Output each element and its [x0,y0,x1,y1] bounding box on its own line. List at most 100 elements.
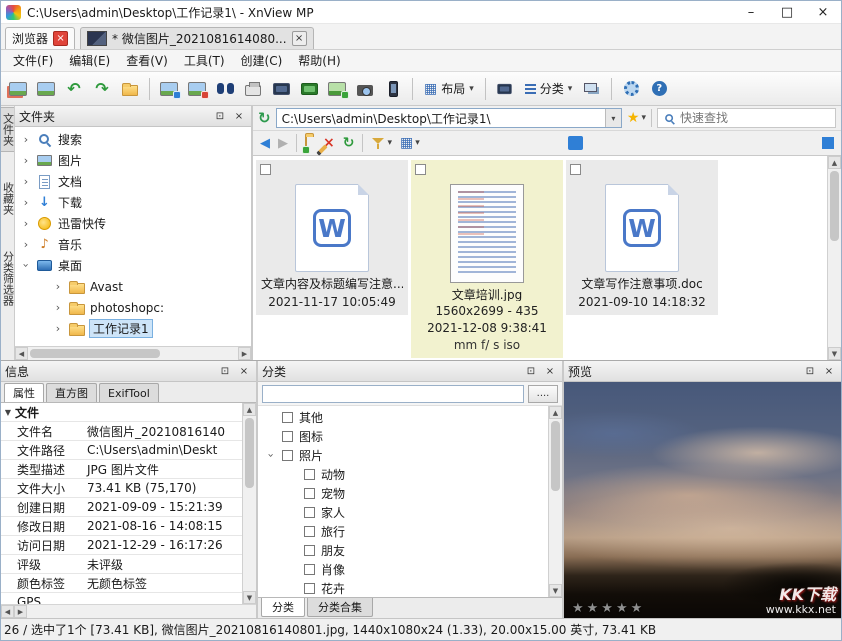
checkbox[interactable] [282,431,293,442]
category-item[interactable]: 其他 [258,408,548,427]
expander-icon[interactable]: › [21,154,31,167]
category-item[interactable]: 花卉 [258,579,548,597]
checkbox[interactable] [304,583,315,594]
folder-item-pictures[interactable]: › 图片 [15,150,251,171]
export-button[interactable] [184,76,210,102]
expander-icon[interactable]: › [21,175,31,188]
file-checkbox[interactable] [415,164,426,175]
expander-icon[interactable]: › [265,451,278,461]
browser-vertical-scrollbar[interactable]: ▲ ▼ [827,156,841,360]
checkbox[interactable] [282,450,293,461]
file-checkbox[interactable] [260,164,271,175]
checkbox[interactable] [304,526,315,537]
sort-dropdown[interactable]: 分类 ▾ [520,76,578,102]
screen-capture-button[interactable] [296,76,322,102]
file-item[interactable]: W 文章内容及标题编写注意... 2021-11-17 10:05:49 [256,160,408,315]
folder-item-search[interactable]: › 搜索 [15,129,251,150]
expander-icon[interactable]: › [21,133,31,146]
folder-item-downloads[interactable]: › ↓ 下载 [15,192,251,213]
path-combobox[interactable]: C:\Users\admin\Desktop\工作记录1\ ▾ [276,108,622,128]
tab-category[interactable]: 分类 [261,598,305,617]
redo-button[interactable]: ↷ [89,76,115,102]
category-item[interactable]: 旅行 [258,522,548,541]
scrollbar-track[interactable] [549,419,562,584]
scroll-left-icon[interactable]: ◀ [1,605,14,618]
category-vertical-scrollbar[interactable]: ▲ ▼ [548,406,562,597]
category-item[interactable]: 朋友 [258,541,548,560]
close-button[interactable]: × [805,1,841,23]
checkbox[interactable] [304,564,315,575]
tab-category-sets[interactable]: 分类合集 [307,598,373,617]
print-button[interactable] [240,76,266,102]
folder-item-work-record[interactable]: › 工作记录1 [15,318,251,339]
info-vertical-scrollbar[interactable]: ▲ ▼ [242,403,256,604]
browser-mode-button[interactable] [5,76,31,102]
folder-item-photoshop[interactable]: › photoshopc: [15,297,251,318]
panel-toggle-icon[interactable] [822,137,834,149]
folder-horizontal-scrollbar[interactable]: ◀ ▶ [15,346,251,360]
scroll-down-icon[interactable]: ▼ [243,591,256,604]
checkbox[interactable] [304,545,315,556]
menu-help[interactable]: 帮助(H) [290,50,348,71]
scroll-right-icon[interactable]: ▶ [238,347,251,360]
expander-icon[interactable]: › [53,301,63,314]
scroll-up-icon[interactable]: ▲ [549,406,562,419]
checkbox[interactable] [282,412,293,423]
expander-icon[interactable]: › [21,196,31,209]
forward-button[interactable]: ▶ [278,136,288,151]
menu-view[interactable]: 查看(V) [118,50,176,71]
expander-icon[interactable]: › [53,280,63,293]
folder-item-desktop[interactable]: › 桌面 [15,255,251,276]
expander-icon[interactable]: › [21,238,31,251]
favorites-button[interactable]: ★ ▾ [627,110,646,126]
checkbox[interactable] [304,507,315,518]
checkbox[interactable] [304,488,315,499]
category-item[interactable]: 肖像 [258,560,548,579]
section-collapse-icon[interactable]: ▼ [1,408,15,417]
scrollbar-thumb[interactable] [30,349,160,358]
new-folder-button[interactable] [305,136,307,150]
category-item[interactable]: 宠物 [258,484,548,503]
expander-icon[interactable]: › [21,217,31,230]
combo-dropdown-icon[interactable]: ▾ [605,109,621,127]
rating-stars[interactable]: ★★★★★ [572,601,645,616]
float-panel-icon[interactable]: ⊡ [802,363,818,379]
scrollbar-thumb[interactable] [245,418,254,488]
category-item[interactable]: 家人 [258,503,548,522]
image-edit-button[interactable] [156,76,182,102]
category-item[interactable]: 动物 [258,465,548,484]
tab-browser-close-icon[interactable]: × [53,31,68,46]
search-input[interactable] [680,111,830,125]
scroll-down-icon[interactable]: ▼ [549,584,562,597]
checkbox[interactable] [304,469,315,480]
menu-file[interactable]: 文件(F) [5,50,61,71]
tab-histogram[interactable]: 直方图 [46,383,97,402]
layout-dropdown[interactable]: ▦ 布局 ▾ [419,76,479,102]
browse-folder-button[interactable] [117,76,143,102]
scrollbar-thumb[interactable] [830,171,839,241]
go-refresh-icon[interactable]: ↻ [258,109,271,127]
quick-search-box[interactable] [657,108,836,128]
folder-item-avast[interactable]: › Avast [15,276,251,297]
mobile-device-button[interactable] [380,76,406,102]
filter-dropdown[interactable]: ▾ [371,136,392,150]
scrollbar-track[interactable] [828,169,841,347]
help-button[interactable]: ? [646,76,672,102]
scroll-down-icon[interactable]: ▼ [828,347,841,360]
menu-edit[interactable]: 编辑(E) [61,50,118,71]
sidebar-tab-folders[interactable]: 文件夹 [1,108,15,151]
tab-image-close-icon[interactable]: × [292,31,307,46]
scroll-up-icon[interactable]: ▲ [828,156,841,169]
category-item-photos[interactable]: ›照片 [258,446,548,465]
undo-button[interactable]: ↶ [61,76,87,102]
tab-browser[interactable]: 浏览器 × [5,27,75,49]
sidebar-tab-category-filter[interactable]: 分类筛选器 [1,246,15,311]
camera-import-button[interactable] [352,76,378,102]
tab-exiftool[interactable]: ExifTool [99,383,159,402]
close-panel-icon[interactable]: × [231,108,247,124]
tab-properties[interactable]: 属性 [4,383,44,402]
folder-item-documents[interactable]: › 文档 [15,171,251,192]
scroll-right-icon[interactable]: ▶ [14,605,27,618]
file-item-selected[interactable]: 文章培训.jpg 1560x2699 - 435 2021-12-08 9:38… [411,160,563,358]
expander-icon[interactable]: › [20,261,33,271]
